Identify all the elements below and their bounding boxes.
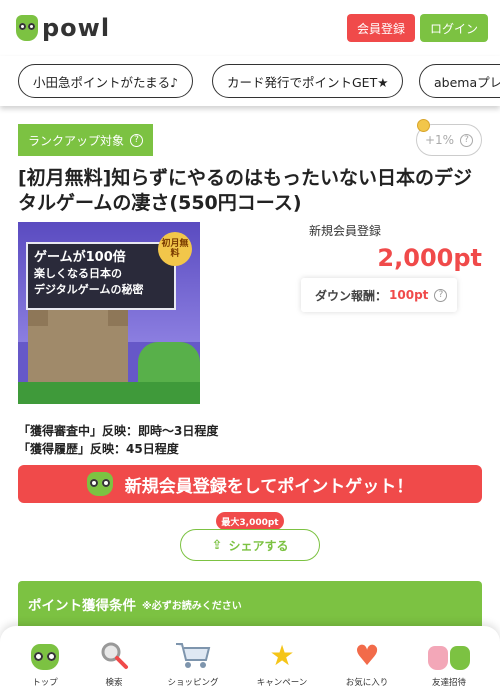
campaign-chip-bar[interactable]: 小田急ポイントがたまる♪ カード発行でポイントGET★ abemaプレ [0,56,500,106]
tab-shopping[interactable]: ショッピング [158,640,228,688]
tab-label: 友達招待 [431,678,466,688]
register-button[interactable]: 会員登録 [347,14,415,42]
down-reward-value: 100pt [389,288,429,302]
friends-icon [428,646,470,670]
conditions-title: ポイント獲得条件 [28,598,136,614]
tab-label: お気に入り [345,678,389,688]
thumbnail-line: デジタルゲームの秘密 [34,283,144,296]
tab-label: トップ [32,678,58,688]
coin-icon [417,119,430,132]
share-button[interactable]: ⇪ シェアする [180,529,320,561]
review-timing: 「獲得審査中」反映：即時〜3日程度 [18,424,219,438]
thumbnail-panel: ゲームが100倍 楽しくなる日本の デジタルゲームの秘密 [26,242,176,310]
owl-logo-icon [16,15,38,41]
help-icon: ? [130,133,144,147]
offer-detail: ランクアップ対象 ? +1% ? [初月無料]知らずにやるのはもったいない日本の… [0,106,500,626]
help-icon: ? [460,133,474,147]
chip-odakyu[interactable]: 小田急ポイントがたまる♪ [18,64,194,98]
star-icon: ★ [269,639,295,672]
offer-title: [初月無料]知らずにやるのはもったいない日本のデジタルゲームの凄さ(550円コー… [18,167,472,214]
thumbnail-badge: 初月無料 [158,232,192,266]
tab-invite[interactable]: 友達招待 [414,640,484,688]
bottom-tab-bar: トップ 検索 ショッピング ★ キャンペーン ♥ お気に入り 友達招待 [0,626,500,700]
logo-text: powl [42,14,111,42]
search-icon [99,640,129,670]
rate-badge-label: +1% [424,133,455,147]
thumbnail-ground [18,382,200,404]
thumbnail-hill [138,342,200,384]
tab-top[interactable]: トップ [10,640,80,688]
owl-icon [86,472,113,496]
share-max-bubble: 最大3,000pt [216,512,284,535]
chip-card[interactable]: カード発行でポイントGET★ [212,64,404,98]
heart-icon: ♥ [354,639,380,672]
tab-campaign[interactable]: ★ キャンペーン [247,639,317,689]
tab-label: 検索 [105,678,123,688]
offer-condition-label: 新規会員登録 [309,224,382,238]
thumbnail-line: 楽しくなる日本の [34,267,122,280]
help-icon: ? [434,288,448,302]
rank-up-label: ランクアップ対象 [28,133,125,148]
thumbnail-line: ゲームが100倍 [34,250,126,265]
share-label: シェアする [228,538,289,553]
owl-icon [31,644,59,670]
chip-abema[interactable]: abemaプレ [419,64,500,98]
login-button[interactable]: ログイン [420,14,488,42]
conditions-note: ※必ずお読みください [142,600,242,612]
down-reward-box[interactable]: ダウン報酬： 100pt ? [301,278,457,312]
conditions-header: ポイント獲得条件 ※必ずお読みください [18,581,482,626]
tab-search[interactable]: 検索 [79,640,149,688]
rank-up-tag[interactable]: ランクアップ対象 ? [18,124,154,156]
cta-label: 新規会員登録をしてポイントゲット！ [124,476,414,497]
history-timing: 「獲得履歴」反映：45日程度 [18,442,179,456]
header: powl 会員登録 ログイン [0,0,500,56]
offer-points: 2,000pt [377,244,482,272]
powl-logo[interactable]: powl [16,14,110,42]
tab-favorites[interactable]: ♥ お気に入り [332,639,402,689]
offer-thumbnail[interactable]: ゲームが100倍 楽しくなる日本の デジタルゲームの秘密 初月無料 [18,222,200,404]
tab-label: ショッピング [167,678,219,688]
down-reward-label: ダウン報酬： [315,288,388,303]
cart-icon [174,640,212,670]
share-icon: ⇪ [211,537,223,553]
register-cta-button[interactable]: 新規会員登録をしてポイントゲット！ [18,465,482,503]
tab-label: キャンペーン [256,678,308,688]
